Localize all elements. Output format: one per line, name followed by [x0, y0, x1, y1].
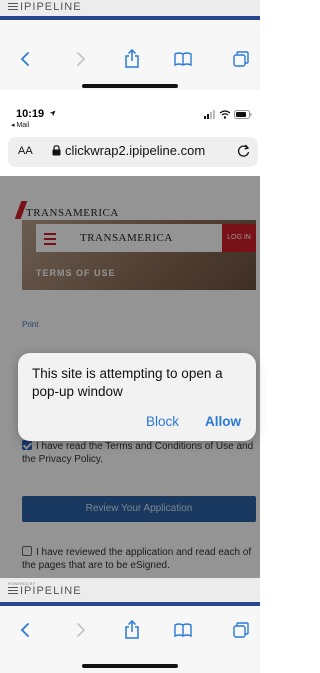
ipipeline-banner-top: IPIPELINE	[0, 0, 260, 16]
home-indicator	[82, 84, 178, 88]
ipipeline-logo-icon	[8, 587, 18, 596]
brand-rule	[0, 16, 260, 20]
forward-button[interactable]	[64, 42, 98, 76]
bookmarks-button[interactable]	[166, 613, 200, 647]
top-browser-chrome: IPIPELINE	[0, 0, 260, 90]
tabs-button[interactable]	[224, 42, 258, 76]
reload-icon	[237, 144, 250, 157]
back-button[interactable]	[8, 42, 42, 76]
lock-icon	[52, 145, 61, 156]
tabs-icon	[233, 622, 249, 638]
tabs-button[interactable]	[224, 613, 258, 647]
popup-alert-dialog: This site is attempting to open a pop-up…	[18, 353, 256, 441]
back-button[interactable]	[8, 613, 42, 647]
bookmarks-button[interactable]	[166, 42, 200, 76]
ipipeline-logo-text: IPIPELINE	[20, 585, 82, 597]
book-icon	[174, 623, 192, 638]
book-icon	[174, 52, 192, 67]
block-button[interactable]: Block	[146, 414, 179, 429]
tabs-icon	[233, 51, 249, 67]
browser-toolbar-top	[0, 42, 260, 76]
ipipeline-banner-bottom: POWERED BY IPIPELINE	[0, 578, 260, 602]
bottom-browser-chrome	[0, 606, 260, 673]
wifi-icon	[219, 110, 231, 119]
signal-icon	[204, 110, 215, 119]
share-icon	[125, 620, 139, 639]
status-time: 10:19	[16, 108, 45, 120]
location-icon	[49, 110, 56, 117]
ipipeline-logo-icon	[8, 3, 18, 12]
url-bar[interactable]: AA clickwrap2.ipipeline.com	[8, 137, 258, 167]
chevron-left-icon	[20, 52, 29, 66]
back-to-mail-link[interactable]: ◂ Mail	[11, 121, 29, 129]
status-icons	[204, 110, 252, 119]
url-text[interactable]: clickwrap2.ipipeline.com	[52, 143, 205, 158]
status-bar: 10:19 ◂ Mail	[0, 100, 260, 130]
share-button[interactable]	[115, 613, 149, 647]
chevron-right-icon	[77, 623, 86, 637]
home-indicator	[82, 664, 178, 668]
allow-button[interactable]: Allow	[205, 414, 241, 429]
ipipeline-logo-text: IPIPELINE	[20, 1, 82, 13]
chevron-right-icon	[77, 52, 86, 66]
chevron-left-icon	[20, 623, 29, 637]
forward-button[interactable]	[64, 613, 98, 647]
share-button[interactable]	[115, 42, 149, 76]
share-icon	[125, 49, 139, 68]
url-domain: clickwrap2.ipipeline.com	[65, 143, 206, 158]
reader-text-size-button[interactable]: AA	[18, 145, 33, 157]
browser-toolbar-bottom	[0, 613, 260, 647]
alert-message: This site is attempting to open a pop-up…	[32, 366, 223, 399]
battery-icon	[234, 110, 252, 119]
